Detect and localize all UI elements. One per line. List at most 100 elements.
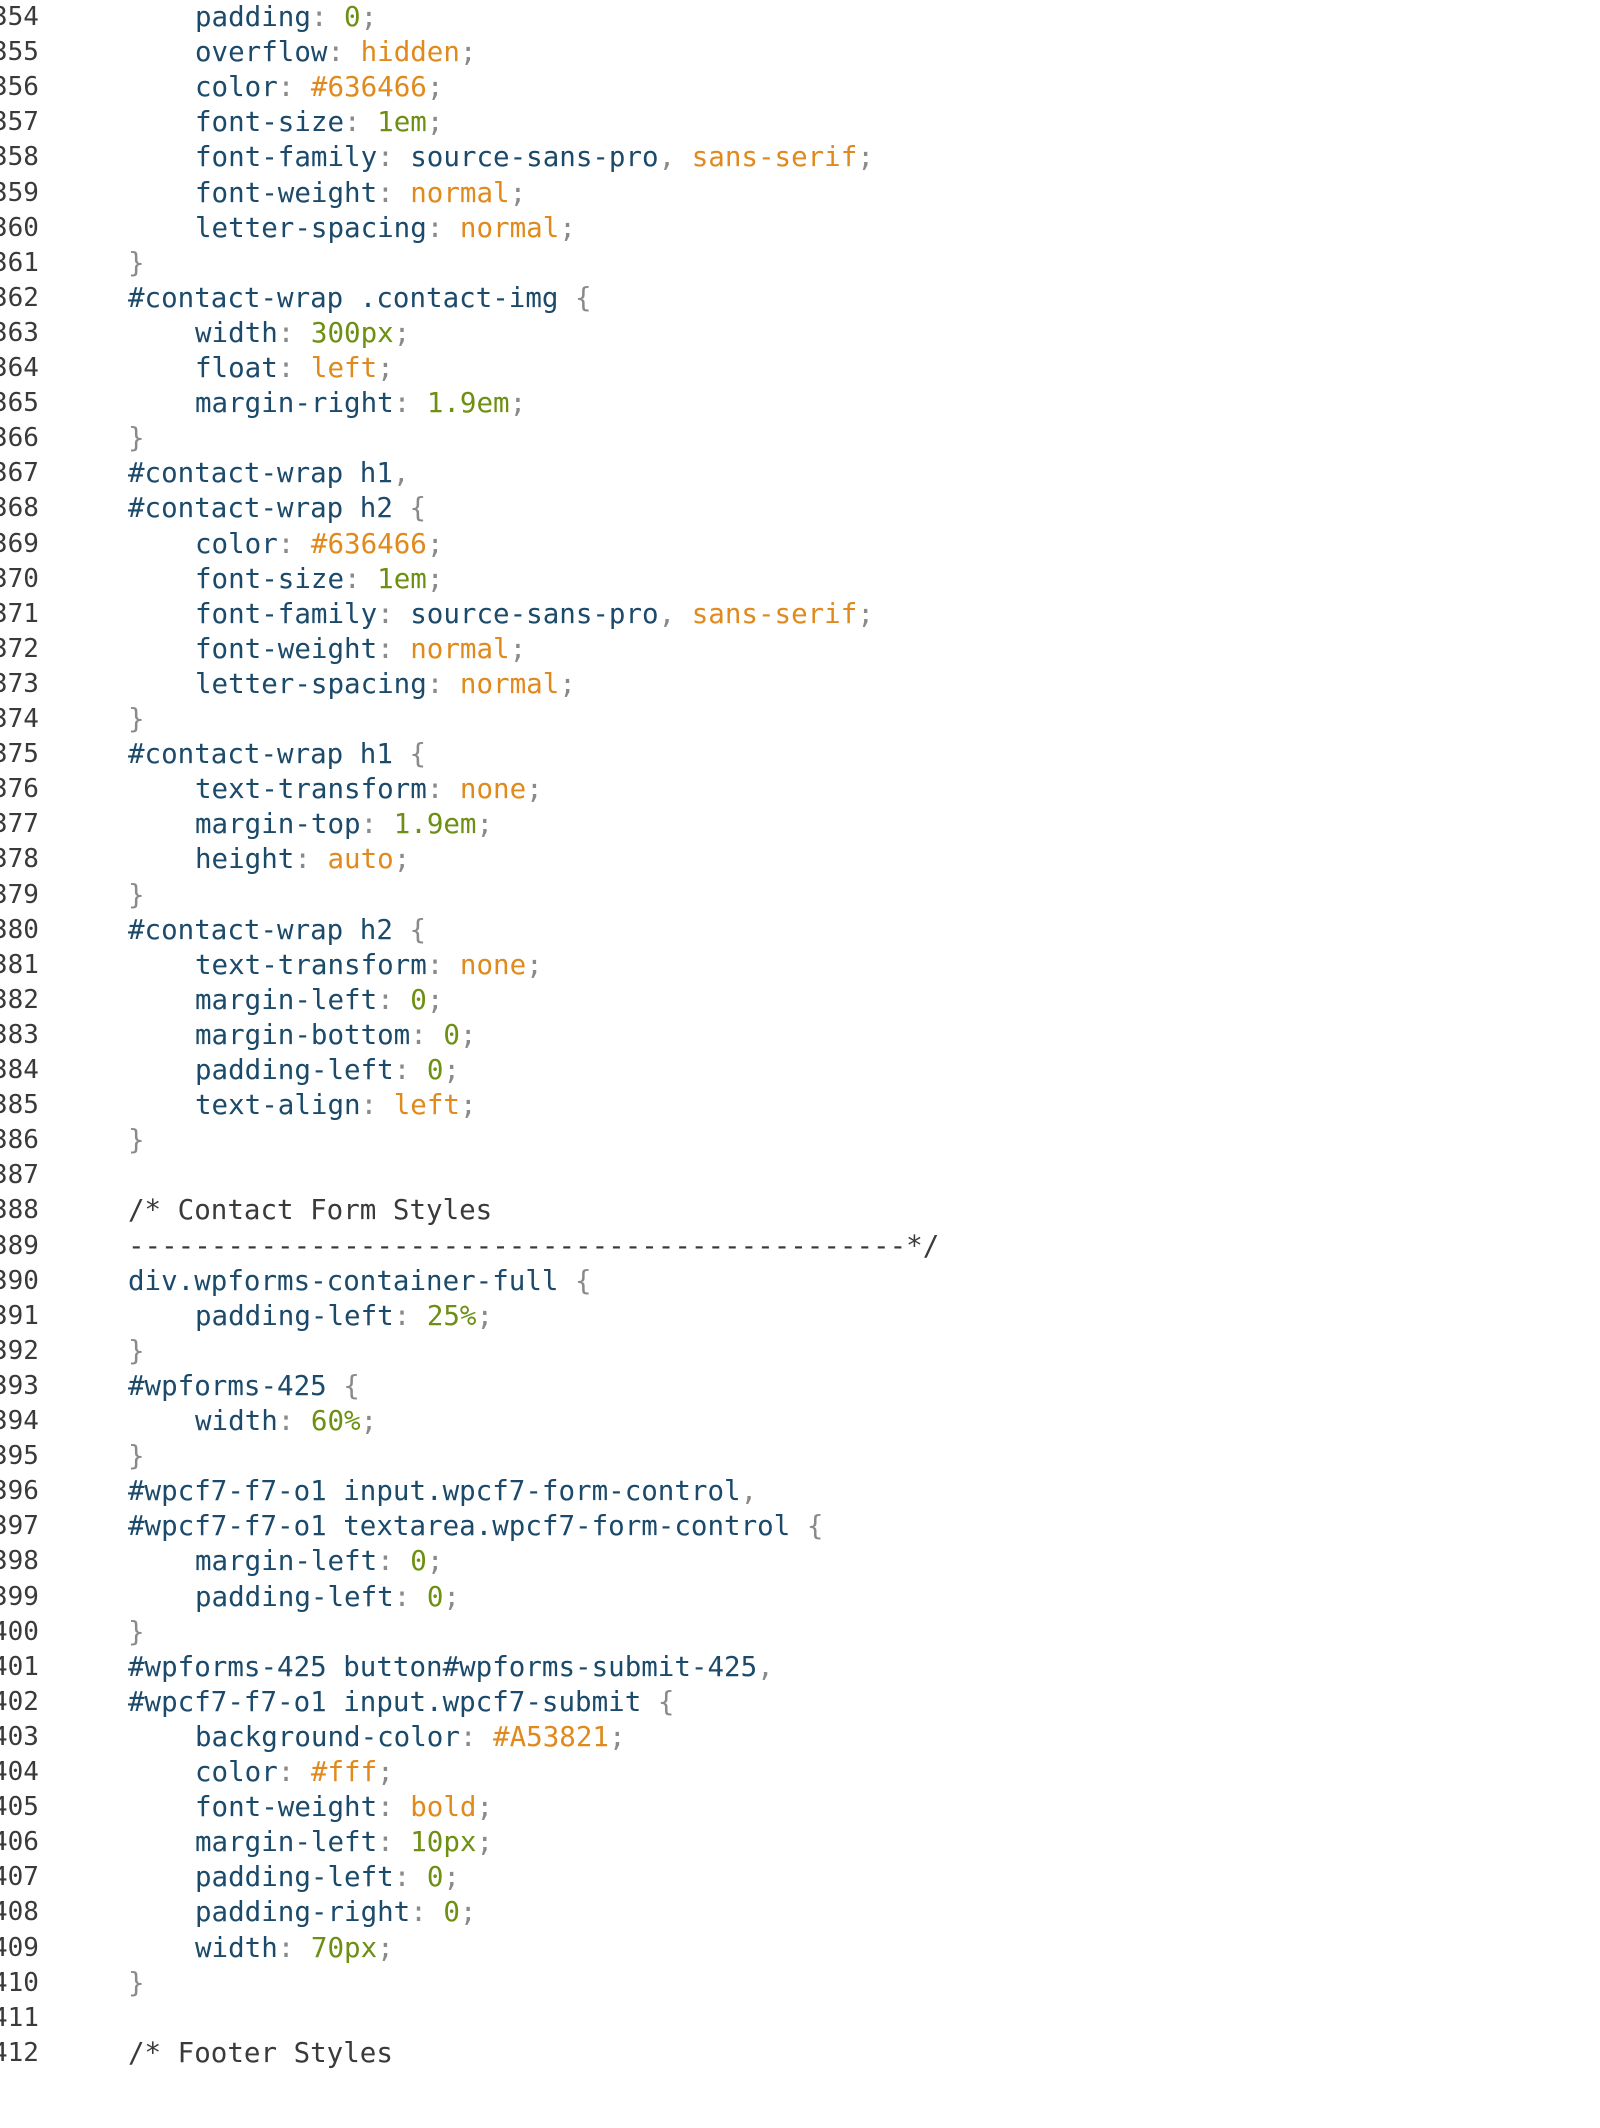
code-line[interactable]: 402 #wpcf7-f7-o1 input.wpcf7-submit { xyxy=(0,1685,1600,1720)
code-token: ; xyxy=(393,316,411,349)
code-line[interactable]: 382 margin-left: 0; xyxy=(0,983,1600,1018)
code-token: normal xyxy=(459,211,560,244)
code-line[interactable]: 359 font-weight: normal; xyxy=(0,176,1600,211)
code-text: margin-right: 1.9em; xyxy=(195,386,526,421)
code-line[interactable]: 393 #wpforms-425 { xyxy=(0,1369,1600,1404)
code-token: } xyxy=(128,1615,145,1648)
code-token: } xyxy=(128,1440,145,1473)
code-line[interactable]: 371 font-family: source-sans-pro, sans-se… xyxy=(0,597,1600,632)
code-line[interactable]: 374} xyxy=(0,702,1600,737)
code-line[interactable]: 404 color: #fff; xyxy=(0,1755,1600,1790)
code-line[interactable]: 411 xyxy=(0,2001,1600,2036)
code-line[interactable]: 362 #contact-wrap .contact-img { xyxy=(0,281,1600,316)
code-line[interactable]: 375 #contact-wrap h1 { xyxy=(0,737,1600,772)
line-number: 372 xyxy=(0,633,39,664)
code-token: : xyxy=(277,527,311,560)
code-line[interactable]: 363 width: 300px; xyxy=(0,316,1600,351)
code-line[interactable]: 391 padding-left: 25%; xyxy=(0,1299,1600,1334)
code-line[interactable]: 389 -------------------------------------… xyxy=(0,1229,1600,1264)
code-token: { xyxy=(575,281,592,314)
code-line[interactable]: 377 margin-top: 1.9em; xyxy=(0,807,1600,842)
code-line[interactable]: 398 margin-left: 0; xyxy=(0,1544,1600,1579)
code-line[interactable]: 394 width: 60%; xyxy=(0,1404,1600,1439)
code-token: #wpforms-425 xyxy=(128,1369,344,1402)
code-line[interactable]: 369 color: #636466; xyxy=(0,527,1600,562)
code-line[interactable]: 354 padding: 0; xyxy=(0,0,1600,35)
code-line[interactable]: 408 padding-right: 0; xyxy=(0,1895,1600,1930)
line-number: 405 xyxy=(0,1792,39,1823)
code-line[interactable]: 370 font-size: 1em; xyxy=(0,562,1600,597)
code-token: text-transform xyxy=(195,948,427,981)
code-line[interactable]: 360 letter-spacing: normal; xyxy=(0,211,1600,246)
line-number: 373 xyxy=(0,668,39,699)
code-line[interactable]: 400} xyxy=(0,1615,1600,1650)
code-token: : xyxy=(344,106,378,139)
line-number: 402 xyxy=(0,1686,39,1717)
code-line[interactable]: 386} xyxy=(0,1123,1600,1158)
code-line[interactable]: 373 letter-spacing: normal; xyxy=(0,667,1600,702)
code-line[interactable]: 392} xyxy=(0,1334,1600,1369)
code-line[interactable]: 409 width: 70px; xyxy=(0,1931,1600,1966)
code-token: ; xyxy=(857,597,874,630)
code-line[interactable]: 365 margin-right: 1.9em; xyxy=(0,386,1600,421)
code-line[interactable]: 412 /* Footer Styles xyxy=(0,2036,1600,2071)
line-number: 406 xyxy=(0,1827,39,1858)
code-line[interactable]: 358 font-family: source-sans-pro, sans-se… xyxy=(0,140,1600,175)
code-token: color xyxy=(195,1756,278,1788)
code-editor[interactable]: 354 padding: 0; 355 overflow: hidden; 356 col… xyxy=(0,0,1600,2128)
code-line[interactable]: 366} xyxy=(0,421,1600,456)
code-line[interactable]: 380 #contact-wrap h2 { xyxy=(0,913,1600,948)
code-token: ; xyxy=(443,1861,460,1894)
code-line[interactable]: 381 text-transform: none; xyxy=(0,948,1600,983)
code-token: source-sans-pro xyxy=(410,141,659,174)
code-line[interactable]: 372 font-weight: normal; xyxy=(0,632,1600,667)
code-line[interactable]: 357 font-size: 1em; xyxy=(0,105,1600,140)
code-text: #wpcf7-f7-o1 textarea.wpcf7-form-control… xyxy=(128,1509,823,1544)
code-line[interactable]: 355 overflow: hidden; xyxy=(0,35,1600,70)
code-line[interactable]: 388 /* Contact Form Styles xyxy=(0,1193,1600,1228)
code-line[interactable]: 390 div.wpforms-container-full { xyxy=(0,1264,1600,1299)
code-token: , xyxy=(392,457,410,490)
code-line[interactable]: 387 xyxy=(0,1158,1600,1193)
code-text: /* Contact Form Styles xyxy=(128,1193,492,1228)
code-line[interactable]: 376 text-transform: none; xyxy=(0,772,1600,807)
code-token: : xyxy=(393,1861,427,1894)
code-line[interactable]: 356 color: #636466; xyxy=(0,70,1600,105)
code-line[interactable]: 407 padding-left: 0; xyxy=(0,1860,1600,1895)
code-token: { xyxy=(657,1685,675,1718)
code-token: } xyxy=(128,422,145,455)
code-line[interactable]: 364 float: left; xyxy=(0,351,1600,386)
code-text: #contact-wrap h2 { xyxy=(128,491,426,526)
code-line[interactable]: 405 font-weight: bold; xyxy=(0,1790,1600,1825)
code-line[interactable]: 361} xyxy=(0,246,1600,281)
code-token: : xyxy=(277,316,311,349)
code-line[interactable]: 378 height: auto; xyxy=(0,842,1600,877)
code-token: : xyxy=(294,843,328,876)
code-token: auto xyxy=(327,843,394,876)
code-line[interactable]: 368 #contact-wrap h2 { xyxy=(0,491,1600,526)
code-token: left xyxy=(393,1089,460,1122)
code-line[interactable]: 385 text-align: left; xyxy=(0,1088,1600,1123)
code-text: float: left; xyxy=(195,351,394,386)
line-number: 384 xyxy=(0,1055,39,1085)
line-number: 393 xyxy=(0,1370,39,1401)
code-text: font-weight: normal; xyxy=(195,632,526,667)
code-line[interactable]: 379} xyxy=(0,878,1600,913)
code-token: 1em xyxy=(377,106,427,139)
code-text: #contact-wrap h1 { xyxy=(128,737,426,772)
code-line[interactable]: 406 margin-left: 10px; xyxy=(0,1825,1600,1860)
code-line[interactable]: 396 #wpcf7-f7-o1 input.wpcf7-form-control… xyxy=(0,1474,1600,1509)
code-line[interactable]: 383 margin-bottom: 0; xyxy=(0,1018,1600,1053)
code-line[interactable]: 384 padding-left: 0; xyxy=(0,1053,1600,1088)
code-line[interactable]: 403 background-color: #A53821; xyxy=(0,1720,1600,1755)
code-line[interactable]: 401 #wpforms-425 button#wpforms-submit-42… xyxy=(0,1650,1600,1685)
code-line[interactable]: 410} xyxy=(0,1966,1600,2001)
code-line[interactable]: 399 padding-left: 0; xyxy=(0,1580,1600,1615)
line-number: 401 xyxy=(0,1651,39,1682)
code-token: left xyxy=(310,352,378,384)
code-line[interactable]: 367 #contact-wrap h1, xyxy=(0,456,1600,491)
line-number: 399 xyxy=(0,1581,39,1612)
code-token: { xyxy=(409,738,427,771)
code-line[interactable]: 395} xyxy=(0,1439,1600,1474)
code-line[interactable]: 397 #wpcf7-f7-o1 textarea.wpcf7-form-cont… xyxy=(0,1509,1600,1544)
